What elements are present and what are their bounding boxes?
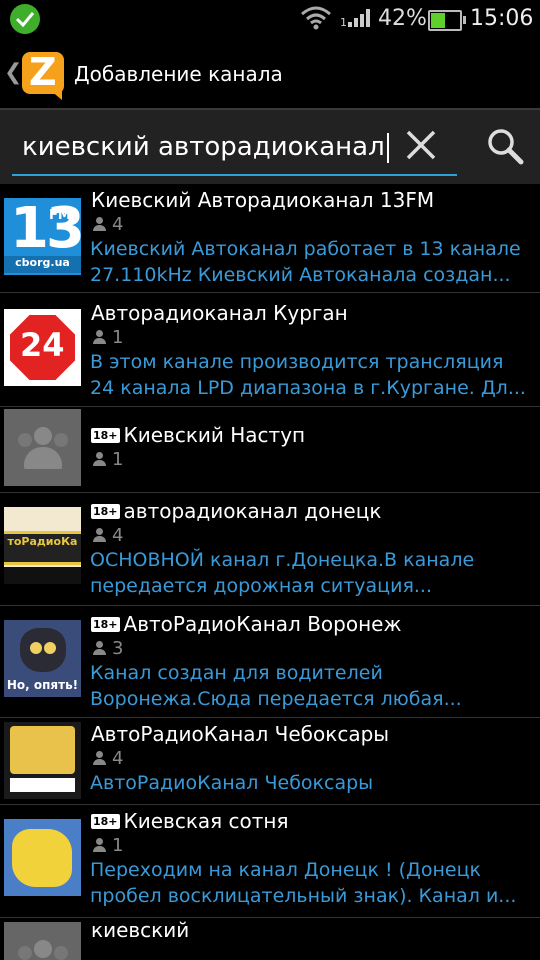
- age-18-badge: 18+: [91, 617, 120, 632]
- channel-row[interactable]: АвтоРадиоКанал Чебоксары 4 АвтоРадиоКана…: [0, 718, 540, 805]
- user-icon: [92, 452, 106, 466]
- channel-thumbnail: Но, опять!: [4, 620, 81, 697]
- thumb-number: 24: [20, 326, 65, 364]
- channel-thumbnail: 13 FM cborg.ua: [4, 198, 81, 275]
- user-icon: [92, 528, 106, 542]
- page-title: Добавление канала: [74, 62, 283, 86]
- thumb-caption: Но, опять!: [6, 678, 79, 692]
- user-icon: [92, 641, 106, 655]
- channel-title: 18+ АвтоРадиоКанал Воронеж: [91, 612, 402, 636]
- channel-title: Авторадиоканал Курган: [91, 301, 348, 325]
- channel-row[interactable]: 24 Авторадиоканал Курган 1 В этом канале…: [0, 293, 540, 407]
- search-input[interactable]: киевский авторадиоканал: [12, 124, 457, 176]
- channel-users: 4: [92, 214, 123, 235]
- channel-users: 1: [92, 449, 123, 470]
- action-bar: ❮ Z Добавление канала: [0, 40, 540, 110]
- channel-title: АвтоРадиоКанал Чебоксары: [91, 722, 390, 746]
- check-notification-icon: [10, 4, 40, 34]
- channel-thumbnail: 24: [4, 309, 81, 386]
- channel-title: 18+ Киевский Наступ: [91, 423, 306, 447]
- default-channel-avatar-icon: [4, 922, 81, 960]
- age-18-badge: 18+: [91, 428, 120, 443]
- channel-row[interactable]: 18+ Киевский Наступ 1: [0, 407, 540, 493]
- channel-list[interactable]: 13 FM cborg.ua Киевский Авторадиоканал 1…: [0, 184, 540, 960]
- default-channel-avatar-icon: [4, 409, 81, 486]
- channel-thumbnail: [4, 722, 81, 799]
- channel-title: Киевский Авторадиоканал 13FM: [91, 188, 435, 212]
- channel-description: Канал создан для водителей Воронежа.Сюда …: [90, 662, 462, 710]
- user-icon: [92, 330, 106, 344]
- status-bar: 1 42% 15:06: [0, 0, 540, 38]
- battery-percent: 42%: [378, 6, 427, 31]
- svg-text:1: 1: [340, 16, 347, 28]
- search-bar: киевский авторадиоканал: [0, 110, 540, 184]
- channel-description: Переходим на канал Донецк ! (Донецк пробе…: [90, 859, 517, 907]
- channel-row[interactable]: 18+ Киевская сотня 1 Переходим на канал Д…: [0, 805, 540, 918]
- channel-users: 1: [92, 327, 123, 348]
- channel-thumbnail: тоРадиоКа: [4, 507, 81, 584]
- channel-row[interactable]: тоРадиоКа 18+ авторадиоканал донецк 4 ОСН…: [0, 493, 540, 606]
- channel-title: киевский: [91, 918, 190, 942]
- back-chevron-icon[interactable]: ❮: [4, 60, 22, 85]
- user-icon: [92, 838, 106, 852]
- channel-description: В этом канале производится трансляция 24 …: [90, 351, 526, 399]
- clock: 15:06: [470, 6, 534, 31]
- channel-title: 18+ Киевская сотня: [91, 809, 289, 833]
- thumb-text: тоРадиоКа: [7, 535, 78, 548]
- thumb-site: cborg.ua: [4, 256, 81, 273]
- channel-description: Киевский Автоканал работает в 13 канале 2…: [90, 238, 521, 286]
- channel-title: 18+ авторадиоканал донецк: [91, 499, 382, 523]
- channel-users: 4: [92, 525, 123, 546]
- channel-users: 4: [92, 748, 123, 769]
- channel-users: 3: [92, 638, 123, 659]
- zello-logo-icon[interactable]: Z: [22, 50, 64, 100]
- clear-search-button[interactable]: [404, 128, 438, 162]
- user-icon: [92, 217, 106, 231]
- channel-thumbnail: [4, 819, 81, 896]
- thumb-fm: FM: [49, 208, 71, 223]
- signal-icon: 1: [340, 9, 370, 28]
- age-18-badge: 18+: [91, 814, 120, 829]
- age-18-badge: 18+: [91, 504, 120, 519]
- battery-icon: [428, 10, 466, 31]
- user-icon: [92, 751, 106, 765]
- search-button[interactable]: [485, 126, 525, 166]
- channel-row[interactable]: 13 FM cborg.ua Киевский Авторадиоканал 1…: [0, 184, 540, 293]
- channel-row[interactable]: Но, опять! 18+ АвтоРадиоКанал Воронеж 3 К…: [0, 606, 540, 718]
- channel-description: ОСНОВНОЙ канал г.Донецка.В канале передае…: [90, 549, 475, 597]
- search-query: киевский авторадиоканал: [22, 132, 389, 163]
- channel-description: АвтоРадиоКанал Чебоксары: [90, 772, 374, 794]
- channel-users: 1: [92, 835, 123, 856]
- channel-row[interactable]: киевский: [0, 918, 540, 960]
- wifi-icon: [301, 6, 331, 30]
